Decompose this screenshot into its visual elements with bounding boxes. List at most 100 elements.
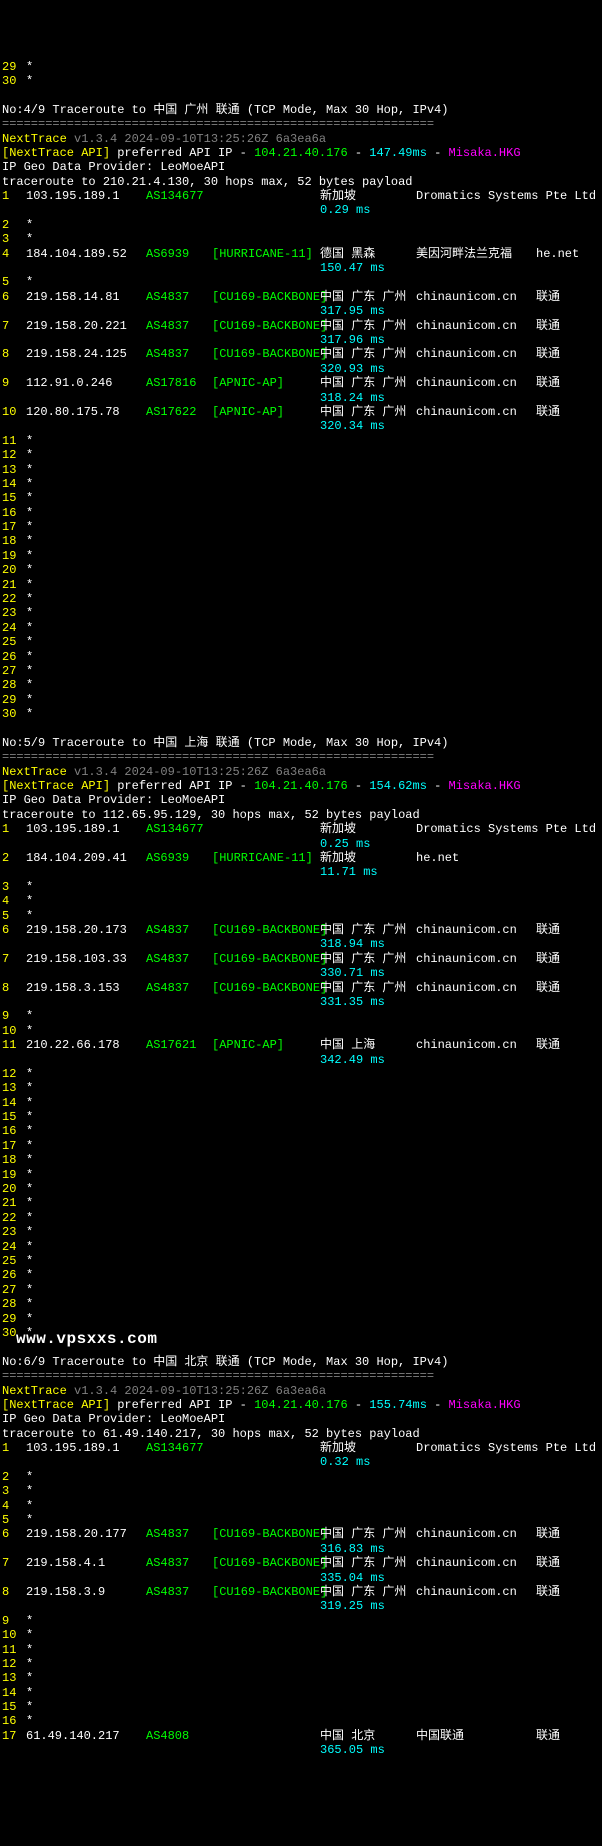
hop-number: 27 (2, 1283, 26, 1297)
hop-number: 1 (2, 1441, 26, 1455)
hop-timeout: * (26, 1139, 33, 1153)
hop-number: 24 (2, 621, 26, 635)
hop-number: 4 (2, 1499, 26, 1513)
terminal-line: 335.04 ms (2, 1571, 602, 1585)
hop-timeout: * (26, 650, 33, 664)
hop-timeout: * (26, 592, 33, 606)
hop-org: Dromatics Systems Pte Ltd (416, 822, 536, 836)
hop-network: [CU169-BACKBONE] (212, 347, 320, 361)
version-string: v1.3.4 2024-09-10T13:25:26Z 6a3ea6a (74, 132, 326, 146)
terminal-line: 12* (2, 448, 602, 462)
hop-org: chinaunicom.cn (416, 376, 536, 390)
hop-timeout: * (26, 1182, 33, 1196)
nexttrace-label: NextTrace (2, 1384, 67, 1398)
hop-number: 14 (2, 477, 26, 491)
terminal-line: 29* (2, 693, 602, 707)
hop-timeout: * (26, 1240, 33, 1254)
hop-network: [HURRICANE-11] (212, 247, 320, 261)
terminal-line: 5* (2, 275, 602, 289)
hop-timeout: * (26, 74, 33, 88)
hop-timeout: * (26, 1671, 33, 1685)
hop-timeout: * (26, 1614, 33, 1628)
terminal-line: 14* (2, 477, 602, 491)
terminal-line: 2* (2, 1470, 602, 1484)
hop-number: 9 (2, 376, 26, 390)
hop-ip: 219.158.20.177 (26, 1527, 146, 1541)
hop-number: 16 (2, 1714, 26, 1728)
hop-number: 24 (2, 1240, 26, 1254)
hop-number: 18 (2, 1153, 26, 1167)
terminal-line: 7219.158.20.221AS4837[CU169-BACKBONE]中国 … (2, 319, 602, 333)
hop-timeout: * (26, 664, 33, 678)
api-server: Misaka.HKG (449, 1398, 521, 1412)
hop-ip: 219.158.3.153 (26, 981, 146, 995)
terminal-line: 25* (2, 635, 602, 649)
hop-timeout: * (26, 1153, 33, 1167)
terminal-line: 23* (2, 606, 602, 620)
hop-isp: 联通 (536, 376, 560, 390)
hop-number: 22 (2, 592, 26, 606)
hop-org: 中国联通 (416, 1729, 536, 1743)
hop-org: Dromatics Systems Pte Ltd (416, 1441, 536, 1455)
hop-org: chinaunicom.cn (416, 981, 536, 995)
hop-network: [CU169-BACKBONE] (212, 981, 320, 995)
hop-number: 25 (2, 635, 26, 649)
terminal-line: 25* (2, 1254, 602, 1268)
trace-title: No:4/9 Traceroute to 中国 广州 联通 (TCP Mode,… (2, 103, 448, 117)
hop-number: 29 (2, 60, 26, 74)
hop-location: 中国 广东 广州 (320, 1585, 416, 1599)
terminal-line: traceroute to 61.49.140.217, 30 hops max… (2, 1427, 602, 1441)
version-string: v1.3.4 2024-09-10T13:25:26Z 6a3ea6a (74, 765, 326, 779)
hop-number: 13 (2, 1671, 26, 1685)
hop-isp: 联通 (536, 1038, 560, 1052)
terminal-line (2, 722, 602, 736)
hop-ip: 219.158.20.173 (26, 923, 146, 937)
hop-timeout: * (26, 1297, 33, 1311)
hop-timeout: * (26, 1283, 33, 1297)
hop-number: 4 (2, 247, 26, 261)
terminal-line: 12* (2, 1067, 602, 1081)
hop-number: 20 (2, 1182, 26, 1196)
hop-timeout: * (26, 1225, 33, 1239)
terminal-line: ========================================… (2, 117, 602, 131)
terminal-line: ========================================… (2, 1369, 602, 1383)
hop-number: 11 (2, 1038, 26, 1052)
terminal-line: No:6/9 Traceroute to 中国 北京 联通 (TCP Mode,… (2, 1355, 602, 1369)
hop-number: 3 (2, 232, 26, 246)
hop-timeout: * (26, 1081, 33, 1095)
hop-asn: AS4837 (146, 319, 212, 333)
hop-number: 15 (2, 1110, 26, 1124)
hop-timeout: * (26, 1211, 33, 1225)
hop-number: 28 (2, 1297, 26, 1311)
hop-ip: 112.91.0.246 (26, 376, 146, 390)
geo-provider: IP Geo Data Provider: LeoMoeAPI (2, 793, 225, 807)
terminal-line: 9112.91.0.246AS17816[APNIC-AP]中国 广东 广州ch… (2, 376, 602, 390)
terminal-line: 22* (2, 1211, 602, 1225)
hop-latency: 330.71 ms (320, 966, 385, 980)
hop-number: 27 (2, 664, 26, 678)
hop-number: 3 (2, 1484, 26, 1498)
terminal-line: 3* (2, 880, 602, 894)
trace-target: traceroute to 112.65.95.129, 30 hops max… (2, 808, 420, 822)
terminal-line: 365.05 ms (2, 1743, 602, 1757)
hop-timeout: * (26, 463, 33, 477)
hop-org: chinaunicom.cn (416, 1038, 536, 1052)
terminal-line: NextTrace v1.3.4 2024-09-10T13:25:26Z 6a… (2, 1384, 602, 1398)
terminal-line: 6219.158.14.81AS4837[CU169-BACKBONE]中国 广… (2, 290, 602, 304)
terminal-output: 29*30* No:4/9 Traceroute to 中国 广州 联通 (TC… (2, 60, 602, 1772)
terminal-line: 3* (2, 1484, 602, 1498)
hop-latency: 320.34 ms (320, 419, 385, 433)
hop-asn: AS17816 (146, 376, 212, 390)
hop-number: 8 (2, 981, 26, 995)
terminal-line: 330.71 ms (2, 966, 602, 980)
hop-location: 中国 广东 广州 (320, 981, 416, 995)
hop-asn: AS134677 (146, 189, 212, 203)
hop-network: [APNIC-AP] (212, 376, 320, 390)
hop-location: 中国 北京 (320, 1729, 416, 1743)
hop-latency: 0.32 ms (320, 1455, 370, 1469)
hop-number: 15 (2, 491, 26, 505)
hop-isp: 联通 (536, 290, 560, 304)
terminal-line: 24* (2, 621, 602, 635)
hop-asn: AS4808 (146, 1729, 212, 1743)
hop-latency: 342.49 ms (320, 1053, 385, 1067)
